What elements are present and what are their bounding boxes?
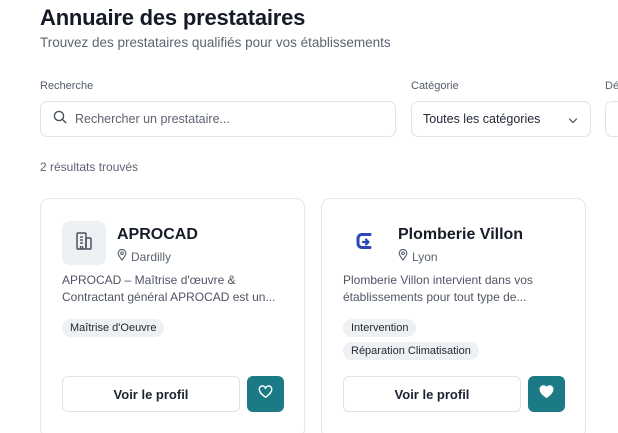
category-label: Catégorie [411,80,459,92]
favorite-button[interactable] [528,376,565,412]
third-filter-select[interactable] [605,101,618,137]
page-subtitle: Trouvez des prestataires qualifiés pour … [40,35,391,50]
provider-tag: Intervention [343,319,417,337]
provider-card: APROCAD Dardilly APROCAD – Maîtrise d'œu… [40,198,305,433]
provider-name[interactable]: APROCAD [117,226,198,244]
provider-tag: Maîtrise d'Oeuvre [62,319,165,337]
heart-outline-icon [258,384,273,404]
provider-logo [343,221,387,265]
results-count: 2 résultats trouvés [40,160,139,174]
page-title: Annuaire des prestataires [40,5,306,30]
provider-location: Lyon [398,248,438,264]
provider-tags: Maîtrise d'Oeuvre [62,319,165,337]
search-input[interactable] [75,112,375,126]
map-pin-icon [117,248,127,264]
category-select-value: Toutes les catégories [423,112,541,126]
provider-name[interactable]: Plomberie Villon [398,226,523,244]
category-select[interactable]: Toutes les catégories [411,101,591,137]
search-label: Recherche [40,80,94,92]
provider-tags: Intervention Réparation Climatisation [343,319,479,360]
provider-location-text: Dardilly [131,249,172,264]
provider-description: APROCAD – Maîtrise d'œuvre & Contractant… [62,273,276,304]
map-pin-icon [398,248,408,264]
provider-tag: Réparation Climatisation [343,342,479,360]
provider-logo [62,221,106,265]
provider-description: Plomberie Villon intervient dans vos éta… [343,273,533,304]
heart-filled-icon [539,384,554,404]
third-filter-label: Dé [605,80,618,92]
provider-location: Dardilly [117,248,172,264]
building-icon [73,230,95,257]
provider-card: Plomberie Villon Lyon Plomberie Villon i… [321,198,586,433]
view-profile-button[interactable]: Voir le profil [62,376,240,412]
favorite-button[interactable] [247,376,284,412]
view-profile-button[interactable]: Voir le profil [343,376,521,412]
search-icon [53,110,67,129]
plomberie-logo-icon [354,230,376,257]
search-box[interactable] [40,101,396,137]
provider-location-text: Lyon [412,249,438,264]
chevron-down-icon [568,115,578,129]
